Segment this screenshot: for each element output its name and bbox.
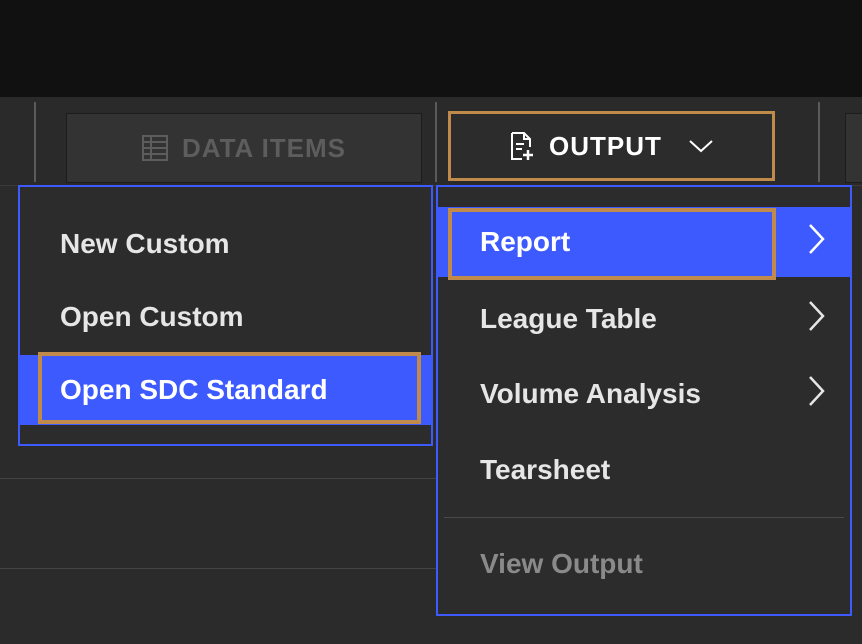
menu-item-open-custom[interactable]: Open Custom xyxy=(20,282,431,352)
menu-item-new-custom[interactable]: New Custom xyxy=(20,209,431,279)
menu-item-label: Open SDC Standard xyxy=(60,374,328,405)
toolbar-divider xyxy=(818,102,820,182)
menu-item-label: Open Custom xyxy=(60,301,244,332)
data-items-button[interactable]: DATA ITEMS xyxy=(66,113,422,183)
open-custom-menu: New Custom Open Custom Open SDC Standard xyxy=(18,185,433,446)
menu-item-label: Report xyxy=(480,226,571,257)
menu-item-report[interactable]: Report xyxy=(438,207,850,277)
menu-item-label: New Custom xyxy=(60,228,230,259)
menu-item-label: Volume Analysis xyxy=(480,378,701,409)
chevron-right-icon xyxy=(804,374,850,415)
top-header-bar xyxy=(0,0,862,97)
output-dropdown-menu: Report League Table Volume Analysis Tear… xyxy=(436,185,852,616)
output-label: OUTPUT xyxy=(549,130,662,161)
output-menu-button[interactable]: OUTPUT xyxy=(448,111,775,181)
menu-item-label: Tearsheet xyxy=(480,454,611,485)
menu-divider xyxy=(444,517,844,518)
menu-item-open-sdc-standard[interactable]: Open SDC Standard xyxy=(20,355,431,425)
toolbar-divider xyxy=(34,102,36,182)
chevron-right-icon xyxy=(804,222,850,263)
menu-item-league-table[interactable]: League Table xyxy=(438,284,850,354)
toolbar-button-partial[interactable] xyxy=(845,113,862,183)
menu-item-volume-analysis[interactable]: Volume Analysis xyxy=(438,359,850,429)
toolbar-divider xyxy=(435,102,437,182)
data-items-label: DATA ITEMS xyxy=(181,132,347,163)
content-divider xyxy=(0,568,436,569)
document-export-icon xyxy=(509,131,535,161)
menu-item-label: League Table xyxy=(480,303,657,334)
content-divider xyxy=(0,478,436,479)
menu-item-view-output: View Output xyxy=(438,529,850,599)
chevron-down-icon xyxy=(688,138,714,154)
menu-item-label: View Output xyxy=(480,548,643,579)
chevron-right-icon xyxy=(804,299,850,340)
table-grid-icon xyxy=(141,135,168,161)
menu-item-tearsheet[interactable]: Tearsheet xyxy=(438,435,850,505)
